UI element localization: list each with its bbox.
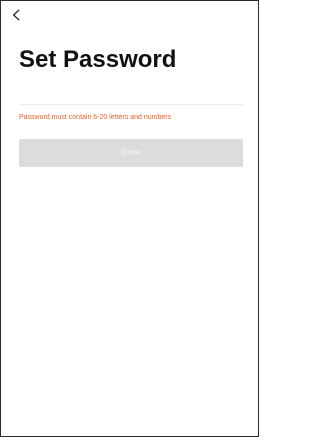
password-hint: Password must contain 6-20 letters and n… <box>19 114 172 121</box>
chevron-left-icon <box>12 9 20 21</box>
page-title: Set Password <box>19 46 177 73</box>
set-password-screen: Set Password Password must contain 6-20 … <box>0 0 259 437</box>
done-button[interactable]: Done <box>19 139 243 167</box>
back-button[interactable] <box>9 6 23 24</box>
password-input[interactable] <box>19 81 243 105</box>
